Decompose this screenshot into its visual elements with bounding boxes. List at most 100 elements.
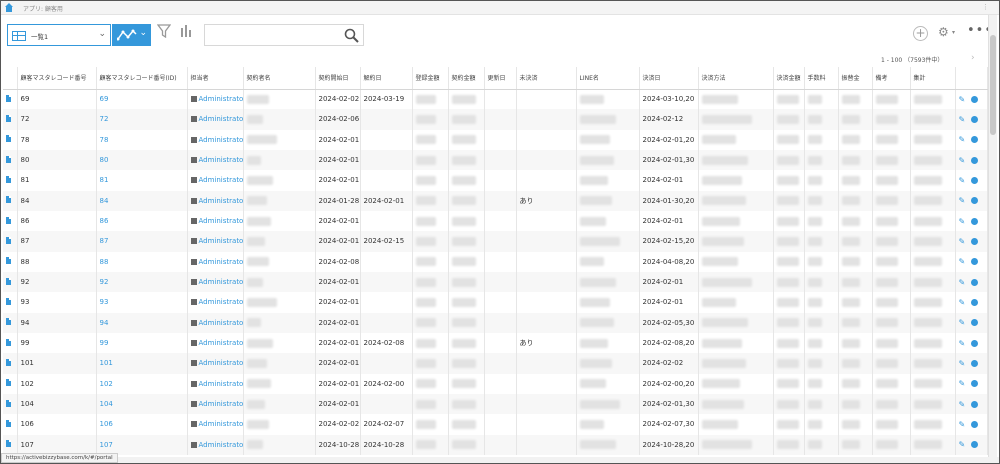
edit-icon[interactable]: ✎	[959, 95, 966, 104]
document-icon[interactable]	[6, 318, 11, 326]
edit-icon[interactable]: ✎	[959, 298, 966, 307]
assignee-name[interactable]: Administrator	[199, 217, 243, 225]
detail-icon[interactable]	[971, 176, 979, 184]
record-id-cell[interactable]: 69	[96, 89, 188, 110]
edit-icon[interactable]: ✎	[959, 318, 966, 327]
graph-view-button[interactable]: ⌄	[112, 24, 151, 46]
header-cell[interactable]: 未決済	[516, 67, 577, 90]
edit-icon[interactable]: ✎	[959, 115, 966, 124]
view-select[interactable]: 一覧1 ⌄	[7, 24, 111, 46]
assignee-cell[interactable]: Administrator	[187, 210, 244, 232]
assignee-cell[interactable]: Administrator	[187, 434, 244, 455]
document-icon[interactable]	[6, 175, 11, 183]
assignee-cell[interactable]: Administrator	[187, 149, 244, 171]
vertical-scrollbar[interactable]	[988, 15, 997, 461]
assignee-name[interactable]: Administrator	[199, 237, 243, 245]
document-icon[interactable]	[6, 419, 11, 427]
row-icon-cell[interactable]	[3, 251, 18, 272]
search-input[interactable]	[209, 28, 339, 43]
row-icon-cell[interactable]	[3, 414, 18, 435]
edit-icon[interactable]: ✎	[959, 196, 966, 205]
document-icon[interactable]	[6, 440, 11, 448]
add-record-button[interactable]: +	[913, 26, 928, 41]
assignee-cell[interactable]: Administrator	[187, 292, 244, 313]
assignee-cell[interactable]: Administrator	[187, 414, 244, 435]
row-icon-cell[interactable]	[3, 109, 18, 130]
detail-icon[interactable]	[971, 400, 979, 408]
detail-icon[interactable]	[971, 359, 979, 367]
assignee-name[interactable]: Administrator	[199, 298, 243, 306]
document-icon[interactable]	[6, 114, 11, 122]
header-cell[interactable]: 振替金	[838, 67, 873, 90]
record-id-cell[interactable]: 86	[96, 210, 188, 232]
record-id-cell[interactable]: 104	[96, 393, 188, 415]
assignee-cell[interactable]: Administrator	[187, 251, 244, 272]
detail-icon[interactable]	[971, 197, 979, 205]
document-icon[interactable]	[6, 379, 11, 387]
edit-icon[interactable]: ✎	[959, 278, 966, 287]
document-icon[interactable]	[6, 216, 11, 224]
document-icon[interactable]	[6, 399, 11, 407]
edit-icon[interactable]: ✎	[959, 339, 966, 348]
assignee-name[interactable]: Administrator	[199, 115, 243, 123]
header-cell[interactable]: 決済日	[639, 67, 699, 90]
assignee-name[interactable]: Administrator	[199, 339, 243, 347]
header-cell[interactable]: 決済方法	[698, 67, 774, 90]
header-cell[interactable]: 集計	[910, 67, 956, 90]
assignee-cell[interactable]: Administrator	[187, 170, 244, 191]
detail-icon[interactable]	[971, 156, 979, 164]
row-icon-cell[interactable]	[3, 271, 18, 293]
edit-icon[interactable]: ✎	[959, 135, 966, 144]
assignee-cell[interactable]: Administrator	[187, 231, 244, 252]
detail-icon[interactable]	[971, 258, 979, 266]
assignee-cell[interactable]: Administrator	[187, 373, 244, 394]
assignee-name[interactable]: Administrator	[199, 420, 243, 428]
gear-icon[interactable]: ⚙	[938, 25, 949, 39]
header-cell[interactable]: 手数料	[804, 67, 839, 90]
row-icon-cell[interactable]	[3, 353, 18, 374]
header-cell[interactable]: 契約開始日	[315, 67, 361, 90]
detail-icon[interactable]	[971, 115, 979, 123]
more-vertical-icon[interactable]: ⋮	[982, 3, 989, 11]
header-cell[interactable]: 備考	[872, 67, 911, 90]
record-id-cell[interactable]: 88	[96, 251, 188, 272]
search-icon[interactable]	[344, 28, 359, 43]
header-cell[interactable]: 契約金額	[448, 67, 485, 90]
assignee-cell[interactable]: Administrator	[187, 129, 244, 150]
document-icon[interactable]	[6, 155, 11, 163]
record-id-cell[interactable]: 106	[96, 414, 188, 435]
assignee-name[interactable]: Administrator	[199, 156, 243, 164]
header-cell[interactable]: 契約者名	[243, 67, 316, 90]
assignee-cell[interactable]: Administrator	[187, 312, 244, 333]
document-icon[interactable]	[6, 358, 11, 366]
header-cell[interactable]: LINE名	[576, 67, 640, 90]
record-id-cell[interactable]: 99	[96, 332, 188, 354]
detail-icon[interactable]	[971, 136, 979, 144]
record-id-cell[interactable]: 78	[96, 129, 188, 150]
row-icon-cell[interactable]	[3, 373, 18, 394]
assignee-name[interactable]: Administrator	[199, 136, 243, 144]
document-icon[interactable]	[6, 277, 11, 285]
record-id-cell[interactable]: 101	[96, 353, 188, 374]
assignee-cell[interactable]: Administrator	[187, 109, 244, 130]
horizontal-scrollbar[interactable]	[1, 457, 999, 463]
assignee-cell[interactable]: Administrator	[187, 271, 244, 293]
detail-icon[interactable]	[971, 441, 979, 449]
row-icon-cell[interactable]	[3, 190, 18, 211]
document-icon[interactable]	[6, 297, 11, 305]
document-icon[interactable]	[6, 196, 11, 204]
edit-icon[interactable]: ✎	[959, 176, 966, 185]
header-cell[interactable]: 決済金額	[773, 67, 805, 90]
row-icon-cell[interactable]	[3, 393, 18, 415]
edit-icon[interactable]: ✎	[959, 359, 966, 368]
header-cell[interactable]: 顧客マスタレコード番号(ID)	[96, 67, 188, 90]
header-cell[interactable]: 担当者	[187, 67, 244, 90]
filter-button[interactable]	[156, 24, 173, 44]
edit-icon[interactable]: ✎	[959, 257, 966, 266]
document-icon[interactable]	[6, 135, 11, 143]
detail-icon[interactable]	[971, 95, 979, 103]
header-cell[interactable]: 解約日	[360, 67, 413, 90]
home-icon[interactable]	[5, 3, 13, 12]
assignee-name[interactable]: Administrator	[199, 95, 243, 103]
row-icon-cell[interactable]	[3, 332, 18, 354]
